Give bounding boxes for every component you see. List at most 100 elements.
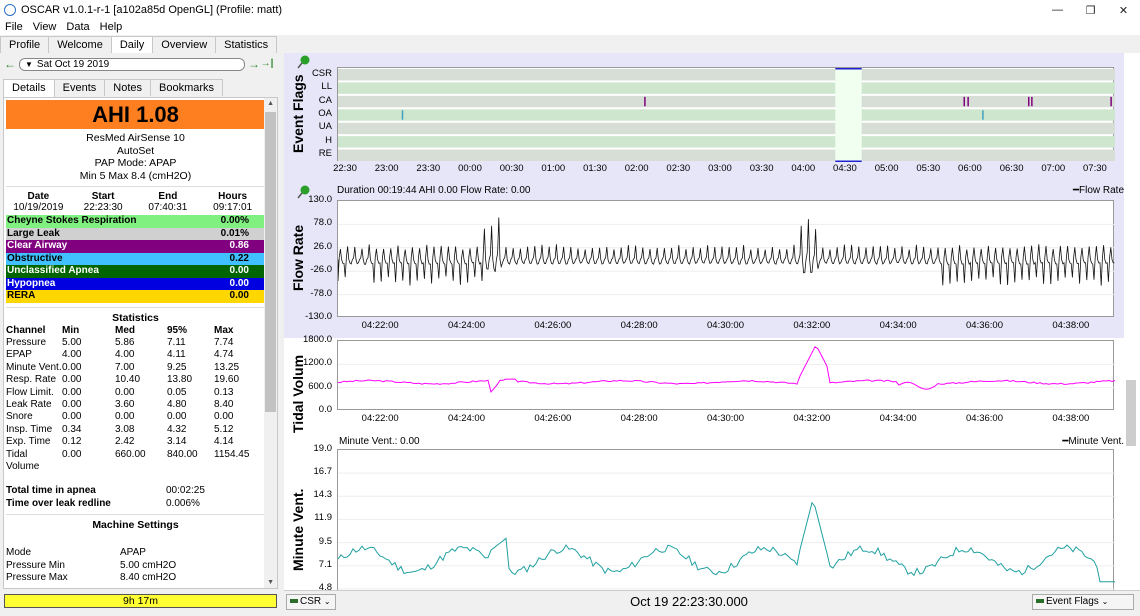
divider [6, 306, 265, 308]
statistics-row: EPAP 4.00 4.00 4.11 4.74 [6, 349, 265, 361]
event-name: Large Leak [7, 227, 60, 239]
total-apnea-label: Total time in apnea [6, 485, 96, 497]
event-flag-row-label: CA [318, 94, 332, 106]
y-tick-label: 16.7 [313, 466, 333, 478]
scroll-down-icon[interactable]: ▼ [267, 579, 274, 586]
event-index-row[interactable]: Obstructive 0.22 [6, 252, 265, 265]
x-tick-label: 02:30 [666, 163, 691, 174]
statistics-cell: 13.80 [167, 374, 193, 386]
flag-row-band [338, 69, 1115, 81]
statistics-cell: Flow Limit. [6, 386, 54, 398]
menu-file[interactable]: File [0, 20, 28, 35]
statistics-cell: 8.40 [214, 398, 234, 410]
event-flag-row-label: OA [318, 108, 332, 119]
flag-row-band [338, 136, 1115, 148]
flow-rate-panel: Duration 00:19:44 AHI 0.00 Flow Rate: 0.… [284, 183, 1124, 338]
maximize-button[interactable]: ❐ [1074, 0, 1107, 20]
x-tick-label: 04:32:00 [793, 320, 831, 331]
color-swatch [290, 599, 298, 604]
statistics-cell: 4.14 [214, 436, 234, 448]
minute-vent-header: Minute Vent.: 0.00 [339, 436, 420, 447]
event-index-row[interactable]: Large Leak 0.01% [6, 227, 265, 240]
event-index-row[interactable]: Hypopnea 0.00 [6, 277, 265, 290]
menu-view[interactable]: View [28, 20, 62, 35]
flag-row-band [338, 122, 1115, 135]
channel-combo[interactable]: CSR ⌄ [286, 594, 336, 610]
minimize-button[interactable]: — [1041, 0, 1074, 20]
event-name: Hypopnea [7, 277, 56, 289]
tab-notes[interactable]: Notes [104, 79, 152, 96]
event-flags-panel: Event Flags CSR LL CA OA UA H RE 22:30 23:00 23:… [284, 53, 1124, 183]
tab-details[interactable]: Details [3, 79, 55, 97]
tab-events[interactable]: Events [53, 79, 106, 96]
statistics-cell: 2.42 [115, 436, 135, 448]
minute-vent-plot[interactable] [337, 449, 1115, 611]
statistics-row: Pressure 5.00 5.86 7.11 7.74 [6, 337, 265, 349]
event-flags-plot[interactable] [337, 67, 1115, 163]
scrollbar-thumb[interactable] [265, 112, 276, 412]
minute-vent-legend: ━Minute Vent. [1062, 436, 1124, 447]
flow-rate-plot[interactable] [337, 200, 1115, 317]
next-day-button[interactable]: → [248, 58, 260, 70]
tab-statistics[interactable]: Statistics [215, 36, 278, 53]
statistics-cell: EPAP [6, 349, 32, 361]
x-tick-label: 01:00 [541, 163, 566, 174]
event-index-row[interactable]: Cheyne Stokes Respiration 0.00% [6, 215, 265, 228]
details-scrollbar[interactable]: ▲ ▼ [264, 98, 277, 588]
last-day-button[interactable]: →| [260, 58, 274, 70]
menu-help[interactable]: Help [95, 20, 128, 35]
x-tick-label: 04:28:00 [620, 413, 658, 424]
minute-vent-svg [337, 472, 1115, 590]
flag-row-band [338, 82, 1115, 94]
session-hours: 09:17:01 [213, 202, 253, 213]
statistics-cell: 0.13 [214, 386, 234, 398]
event-flag-row-label: UA [318, 121, 332, 133]
view-window[interactable] [835, 68, 862, 162]
event-value: 0.00% [220, 215, 249, 226]
tab-welcome[interactable]: Welcome [48, 36, 112, 53]
leak-redline-row: Time over leak redline 0.006% [6, 498, 265, 511]
statistics-cell: 1154.45 [214, 448, 250, 460]
statistics-cell: 0.12 [62, 436, 82, 448]
statistics-cell: Insp. Time [6, 423, 53, 435]
ahi-banner: AHI 1.08 [6, 100, 265, 129]
date-picker[interactable]: ▼ Sat Oct 19 2019 [19, 57, 245, 71]
tab-profile[interactable]: Profile [0, 36, 50, 53]
graphs-scrollbar-thumb[interactable] [1126, 380, 1136, 446]
setting-row: Pressure Min 5.00 cmH2O [6, 560, 265, 573]
event-flag-row-label: H [325, 134, 332, 146]
event-flag-row-label: CSR [311, 67, 332, 79]
tab-daily[interactable]: Daily [110, 36, 154, 54]
bottom-bar: CSR ⌄ Oct 19 22:23:30.000 Event Flags ⌄ [284, 590, 1140, 613]
prev-day-button[interactable]: ← [4, 58, 16, 70]
event-index-row[interactable]: Unclassified Apnea 0.00 [6, 265, 265, 278]
stat-col-max: Max [214, 324, 234, 336]
x-tick-label: 23:00 [374, 163, 399, 174]
close-button[interactable]: ✕ [1107, 0, 1140, 20]
y-tick-label: 1200.0 [302, 357, 332, 369]
event-index-row[interactable]: Clear Airway 0.86 [6, 240, 265, 253]
event-value: 0.00 [229, 290, 249, 301]
statistics-table: Statistics Channel Min Med 95% Max Press… [6, 312, 265, 474]
chevron-down-icon: ⌄ [323, 597, 331, 606]
graphs-area: Event Flags CSR LL CA OA UA H RE 22:30 23:00 23:… [284, 53, 1140, 616]
scroll-up-icon[interactable]: ▲ [267, 100, 274, 107]
statistics-cell: 7.11 [167, 336, 186, 348]
divider [6, 186, 265, 187]
event-name: Obstructive [7, 252, 63, 264]
statistics-cell: Pressure [6, 336, 47, 348]
y-tick-label: 14.3 [313, 489, 333, 501]
statistics-cell: 4.00 [62, 349, 82, 361]
flag-row-band [338, 95, 1115, 108]
tidal-volume-svg [337, 346, 1116, 393]
tidal-volume-plot[interactable] [337, 340, 1116, 410]
tab-bookmarks[interactable]: Bookmarks [150, 79, 224, 96]
statistics-cell [167, 461, 214, 473]
x-tick-label: 04:30 [833, 163, 857, 174]
menu-data[interactable]: Data [61, 20, 94, 35]
y-tick-label: 26.0 [313, 240, 333, 252]
tab-overview[interactable]: Overview [152, 36, 217, 53]
event-value: 0.86 [229, 240, 249, 251]
event-flags-combo[interactable]: Event Flags ⌄ [1032, 594, 1134, 610]
event-index-row[interactable]: RERA 0.00 [6, 290, 265, 303]
